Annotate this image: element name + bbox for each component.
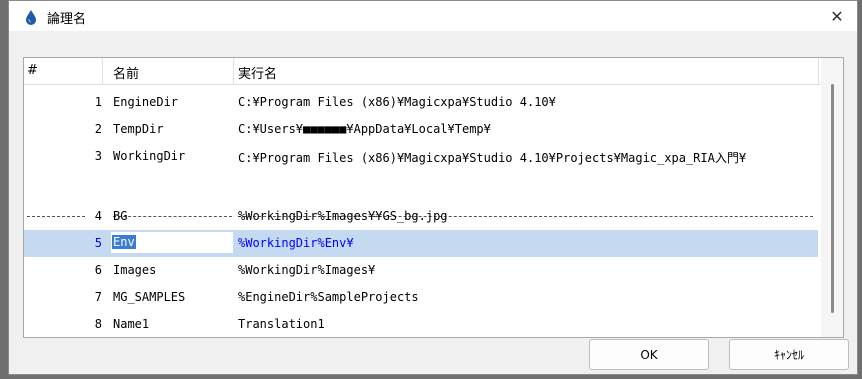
translation-value[interactable]: Translation1 — [238, 317, 325, 331]
table-row[interactable]: 2 TempDir C:¥Users¥■■■■■■¥AppData¥Local¥… — [24, 116, 818, 143]
window-title: 論理名 — [47, 12, 87, 27]
table-row[interactable]: 8 Name1 Translation1 — [24, 311, 818, 337]
table-row-selected[interactable]: 5 Env %WorkingDir%Env¥ — [24, 230, 818, 257]
table-row[interactable]: 7 MG_SAMPLES %EngineDir%SampleProjects — [24, 284, 818, 311]
row-number: 4 — [94, 209, 102, 223]
column-divider[interactable] — [233, 58, 234, 84]
vertical-scrollbar[interactable] — [821, 58, 843, 337]
translation-value[interactable]: %WorkingDir%Images¥ — [238, 263, 375, 277]
row-number: 6 — [94, 263, 102, 277]
row-number: 1 — [94, 95, 102, 109]
logical-name-selected-text[interactable]: Env — [112, 235, 136, 249]
column-header-name[interactable]: 名前 — [113, 63, 139, 82]
logical-names-table[interactable]: # 名前 実行名 1 EngineDir C:¥Program Files (x… — [23, 57, 844, 338]
close-icon: ✕ — [830, 6, 844, 26]
logical-name[interactable]: MG_SAMPLES — [113, 290, 185, 304]
translation-value[interactable]: %WorkingDir%Env¥ — [238, 236, 354, 250]
row-number: 2 — [94, 122, 102, 136]
table-row[interactable]: 4 BG %WorkingDir%Images¥¥GS_bg.jpg — [24, 203, 818, 230]
translation-value[interactable]: C:¥Users¥■■■■■■¥AppData¥Local¥Temp¥ — [238, 122, 491, 136]
logical-name[interactable]: TempDir — [113, 122, 164, 136]
logical-names-dialog: 論理名 ✕ # 名前 実行名 1 EngineDir C:¥Program Fi… — [8, 0, 858, 375]
logical-name[interactable]: BG — [113, 209, 127, 223]
ok-button[interactable]: OK — [589, 339, 709, 370]
scrollbar-thumb[interactable] — [831, 84, 834, 313]
cancel-button[interactable]: ｷｬﾝｾﾙ — [729, 339, 849, 370]
translation-value[interactable]: C:¥Program Files (x86)¥Magicxpa¥Studio 4… — [238, 95, 556, 109]
column-divider — [818, 58, 819, 84]
row-number: 3 — [94, 149, 102, 163]
title-bar[interactable]: 論理名 ✕ — [9, 1, 857, 31]
logical-name[interactable]: Images — [113, 263, 156, 277]
table-row[interactable]: 3 WorkingDir C:¥Program Files (x86)¥Magi… — [24, 143, 818, 170]
table-header: # 名前 実行名 — [24, 58, 843, 85]
logical-name[interactable]: Name1 — [113, 317, 149, 331]
column-header-translation[interactable]: 実行名 — [238, 63, 277, 82]
translation-value[interactable]: %WorkingDir%Images¥¥GS_bg.jpg — [238, 209, 448, 223]
logical-name[interactable]: EngineDir — [113, 95, 178, 109]
translation-value[interactable]: C:¥Program Files (x86)¥Magicxpa¥Studio 4… — [238, 149, 746, 166]
row-number: 8 — [94, 317, 102, 331]
row-number: 7 — [94, 290, 102, 304]
logical-name[interactable]: WorkingDir — [113, 149, 185, 163]
column-header-number[interactable]: # — [27, 63, 38, 78]
row-number: 5 — [94, 236, 102, 250]
drop-icon — [26, 10, 36, 25]
table-row[interactable]: 1 EngineDir C:¥Program Files (x86)¥Magic… — [24, 89, 818, 116]
translation-value[interactable]: %EngineDir%SampleProjects — [238, 290, 419, 304]
name-edit-field[interactable]: Env — [111, 232, 233, 253]
table-row[interactable]: 6 Images %WorkingDir%Images¥ — [24, 257, 818, 284]
column-divider[interactable] — [102, 58, 103, 84]
close-button[interactable]: ✕ — [817, 1, 857, 31]
